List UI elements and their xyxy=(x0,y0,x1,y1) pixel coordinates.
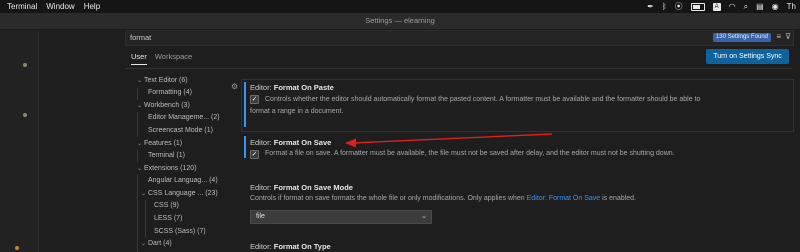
annotation-arrow xyxy=(345,133,553,148)
arrow-head xyxy=(345,138,356,148)
arrow-shaft xyxy=(351,133,553,144)
